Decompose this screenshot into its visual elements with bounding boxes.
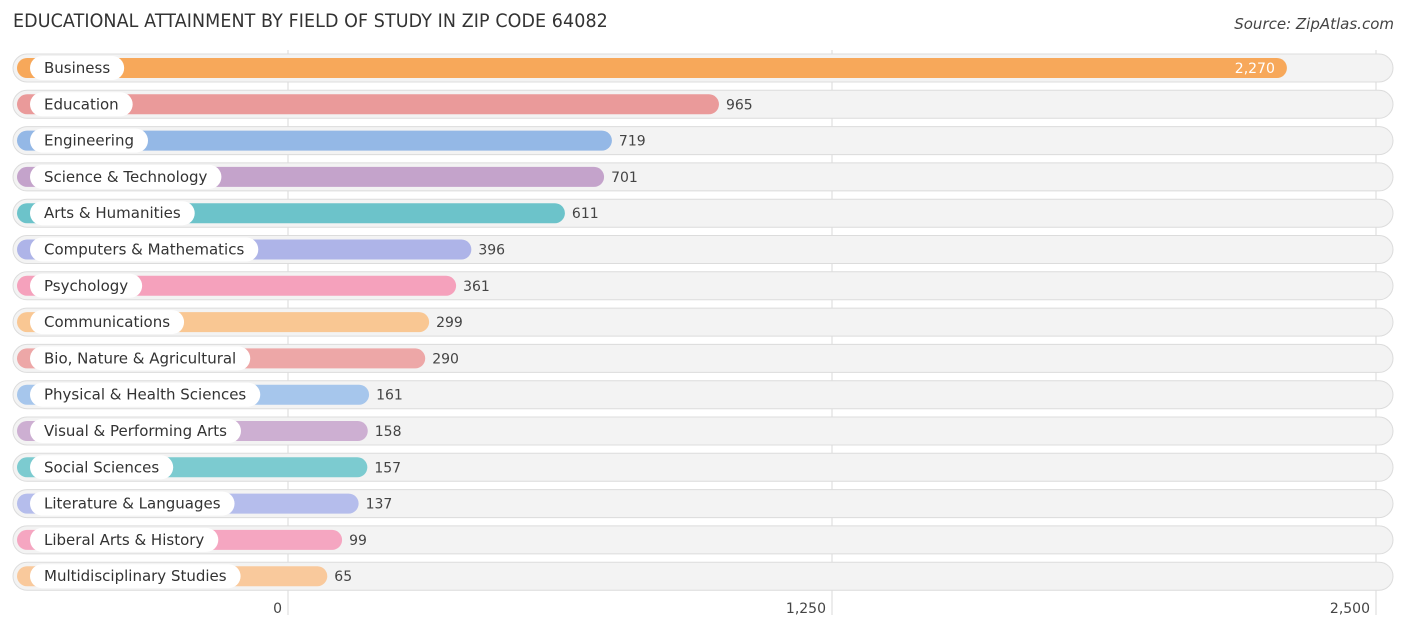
bar-row: Visual & Performing Arts 158 [12,416,1394,446]
value-label: 290 [432,351,459,367]
x-tick-label: 2,500 [1330,601,1370,617]
category-label: Multidisciplinary Studies [44,567,227,585]
bar-rows: Business 2,270 Education 965 Engineering 719 S… [12,53,1394,591]
bar-row: Education 965 [12,89,1394,119]
x-axis-ticks: 0 1,250 2,500 [273,601,1370,617]
category-label: Business [44,59,110,77]
bar-row: Engineering 719 [12,126,1394,156]
bar-row: Communications 299 [12,307,1394,337]
bar-row: Multidisciplinary Studies 65 [12,561,1394,591]
x-tick-label: 0 [273,601,282,617]
category-label: Computers & Mathematics [44,241,244,259]
bar-row: Arts & Humanities 611 [12,198,1394,228]
category-label: Physical & Health Sciences [44,386,246,404]
category-label: Communications [44,313,170,331]
value-label: 701 [611,170,638,186]
category-label: Bio, Nature & Agricultural [44,349,236,367]
value-label: 158 [375,424,402,440]
value-label: 611 [572,206,599,222]
value-label: 99 [349,533,367,549]
bar-row: Computers & Mathematics 396 [12,235,1394,264]
bar-row: Social Sciences 157 [12,452,1394,482]
bar-row: Literature & Languages 137 [12,489,1394,519]
bar-row: Psychology 361 [12,271,1394,301]
value-label: 161 [376,388,403,404]
value-label: 157 [374,460,401,476]
value-label: 396 [478,243,505,259]
bar-row: Liberal Arts & History 99 [12,525,1394,555]
bar [17,58,1287,78]
value-label: 65 [334,569,352,585]
value-label: 965 [726,97,753,113]
category-label: Social Sciences [44,458,159,476]
value-label: 361 [463,279,490,295]
value-label: 299 [436,315,463,331]
category-label: Liberal Arts & History [44,531,204,549]
bar-chart: Business 2,270 Education 965 Engineering 719 S… [12,50,1394,617]
category-label: Education [44,95,119,113]
bar-row: Business 2,270 [12,53,1394,83]
bar-row: Bio, Nature & Agricultural 290 [12,343,1394,373]
value-label: 137 [366,497,393,513]
value-label: 719 [619,134,646,150]
category-label: Visual & Performing Arts [44,422,227,440]
value-label: 2,270 [1235,61,1275,77]
x-tick-label: 1,250 [786,601,826,617]
bar-row: Physical & Health Sciences 161 [12,380,1394,410]
category-label: Literature & Languages [44,495,221,513]
category-label: Engineering [44,132,134,150]
category-label: Science & Technology [44,168,208,186]
bar-row: Science & Technology 701 [12,162,1394,192]
category-label: Psychology [44,277,128,295]
category-label: Arts & Humanities [44,204,181,222]
